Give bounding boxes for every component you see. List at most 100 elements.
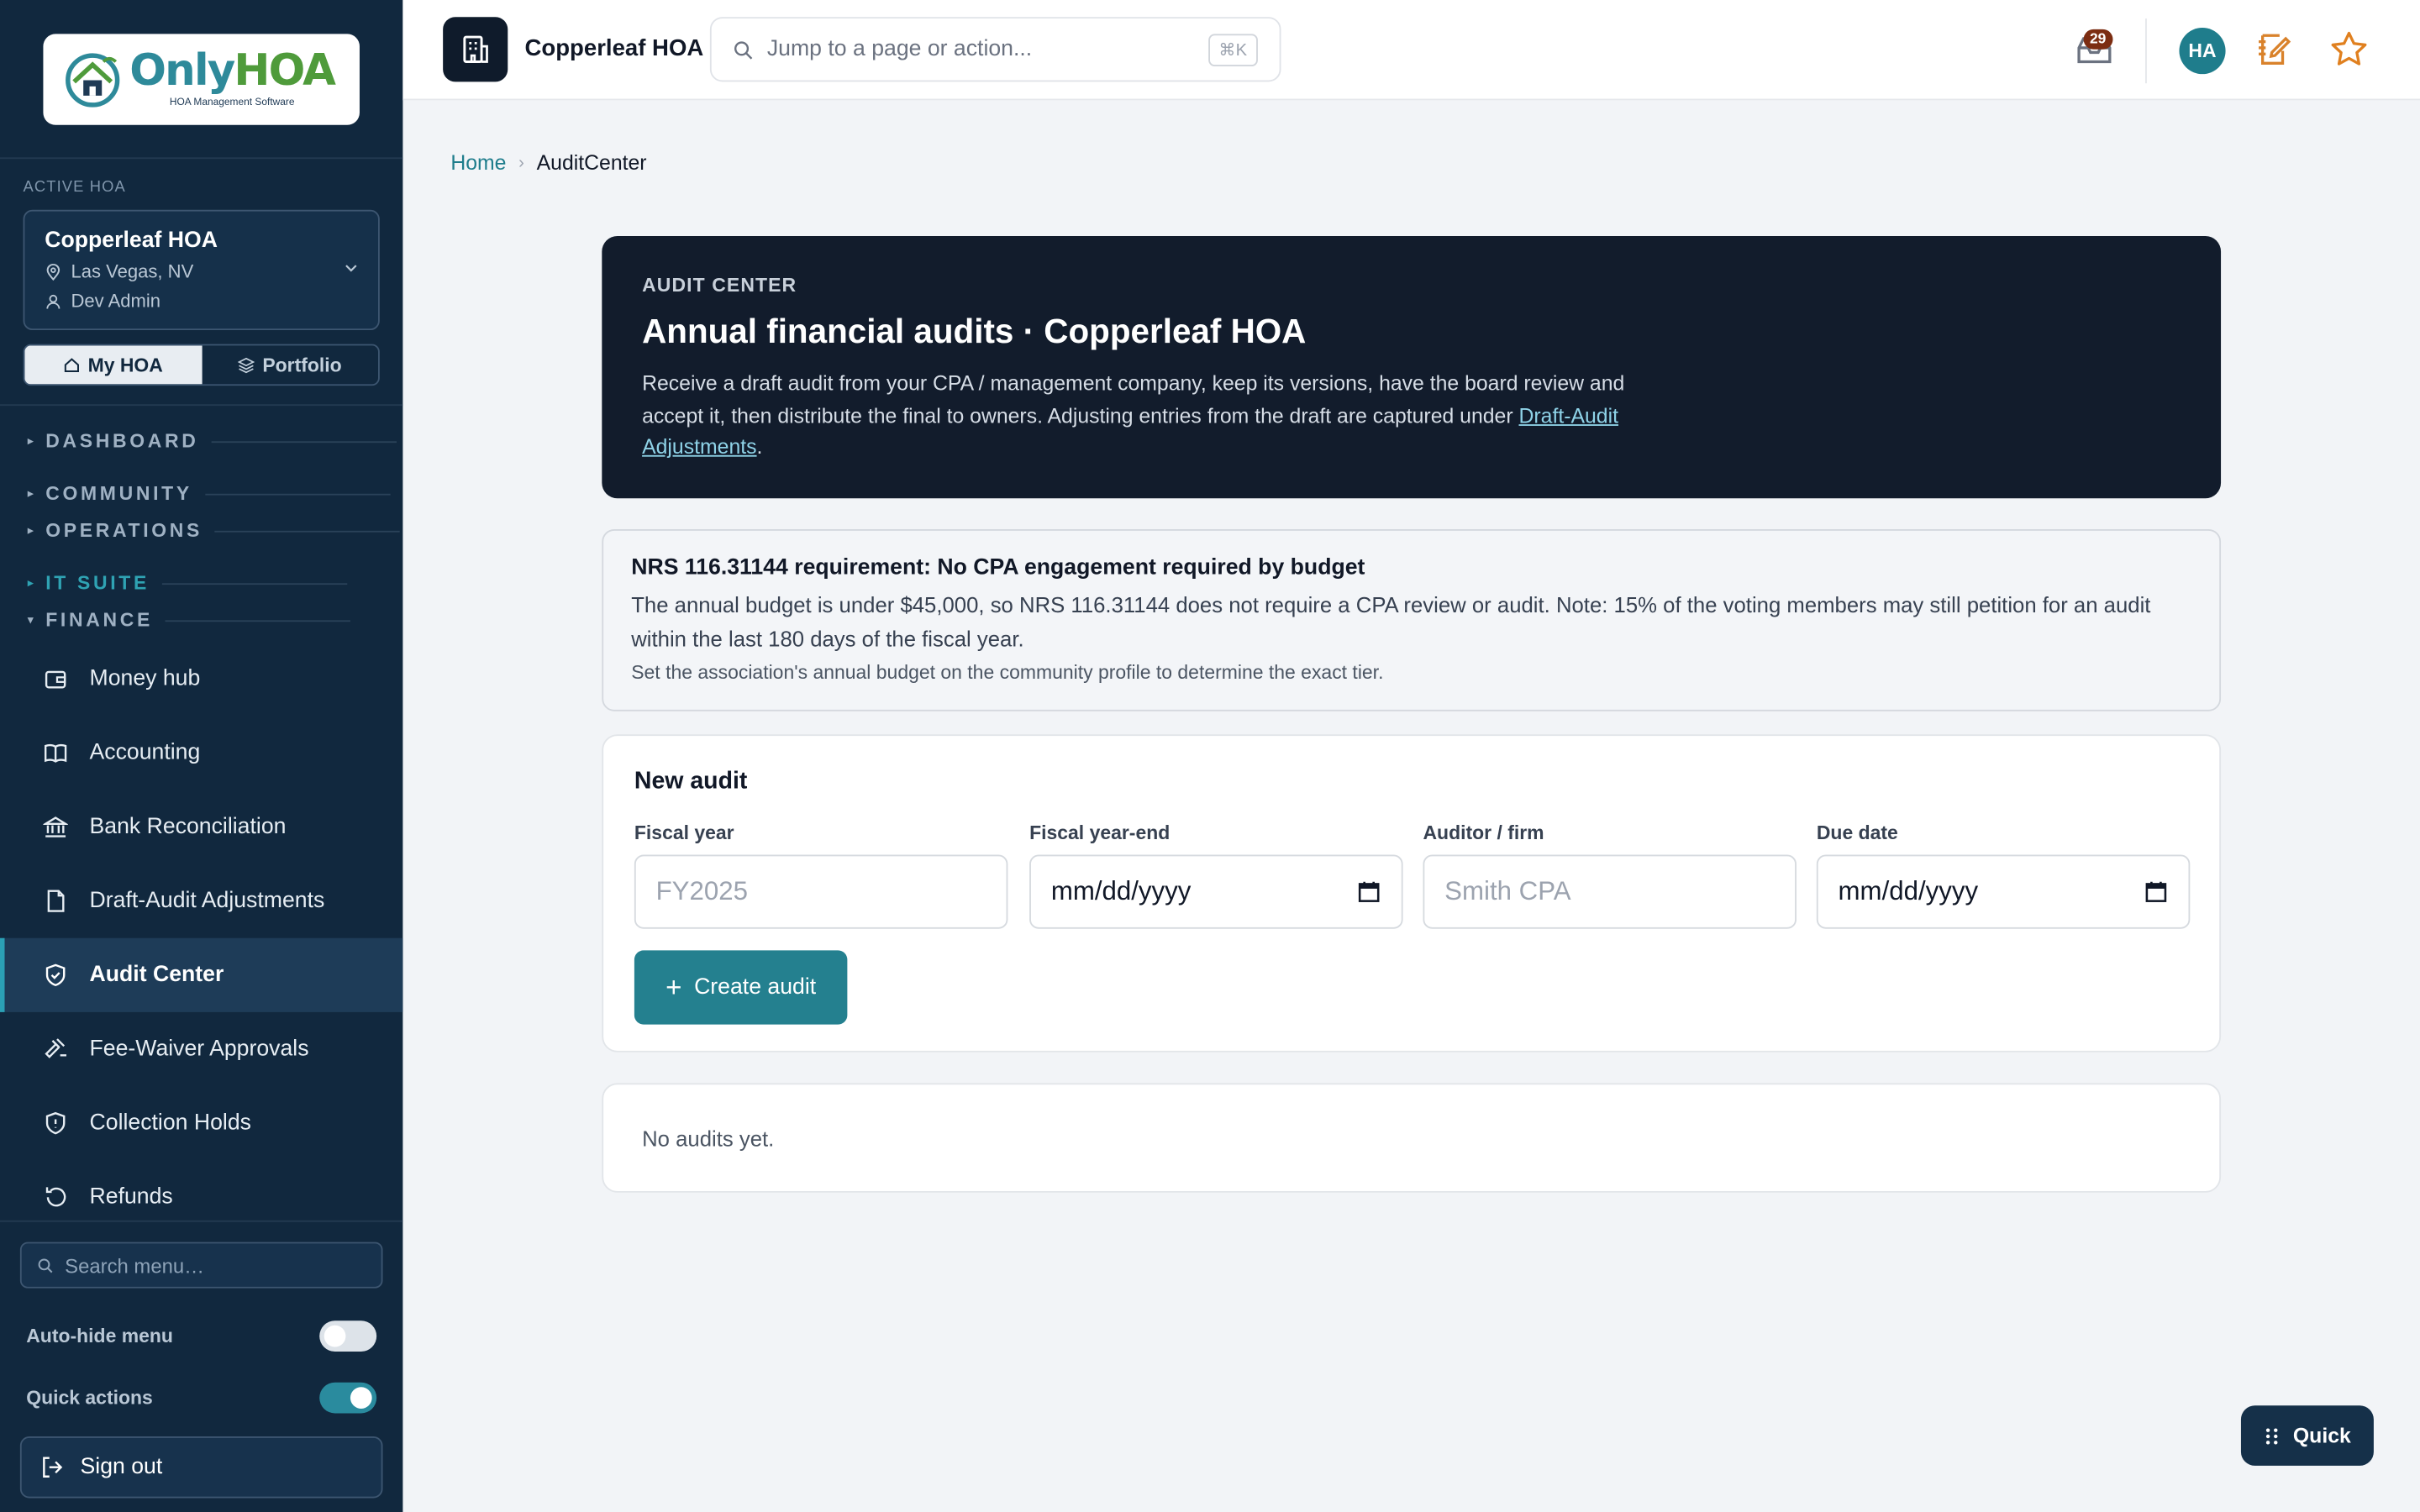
command-search[interactable]: Jump to a page or action... ⌘K xyxy=(709,17,1281,82)
sidebar-item-label: Draft-Audit Adjustments xyxy=(89,888,325,914)
quick-actions-button[interactable]: Quick xyxy=(2240,1405,2374,1466)
auditor-input[interactable]: Smith CPA xyxy=(1423,854,1797,929)
new-audit-card: New audit Fiscal year FY2025 Fiscal year… xyxy=(602,734,2222,1053)
hoa-user-row: Dev Admin xyxy=(45,290,358,312)
hero-desc-end: . xyxy=(756,434,763,459)
fiscal-year-field: Fiscal year FY2025 xyxy=(634,822,1008,929)
create-audit-label: Create audit xyxy=(694,974,817,1000)
audits-list: No audits yet. xyxy=(602,1083,2222,1193)
section-dashboard-label: DASHBOARD xyxy=(45,430,199,453)
quick-actions-row: Quick actions xyxy=(26,1382,377,1414)
page-title: Annual financial audits · Copperleaf HOA xyxy=(642,312,1307,350)
nrs-requirement-notice: NRS 116.31144 requirement: No CPA engage… xyxy=(602,528,2222,711)
my-hoa-label: My HOA xyxy=(87,354,163,376)
section-finance-label: FINANCE xyxy=(45,609,153,632)
logo-area: OnlyHOA HOA Management Software xyxy=(0,0,403,160)
section-operations[interactable]: ▸ OPERATIONS xyxy=(28,520,401,542)
section-dashboard[interactable]: ▸ DASHBOARD xyxy=(28,430,397,452)
book-icon xyxy=(44,744,67,763)
sign-out-button[interactable]: Sign out xyxy=(19,1436,383,1499)
sign-out-label: Sign out xyxy=(80,1455,163,1480)
home-icon xyxy=(64,358,79,372)
active-hoa-label: ACTIVE HOA xyxy=(23,179,126,197)
portfolio-label: Portfolio xyxy=(262,354,342,376)
sidebar-item-money-hub[interactable]: Money hub xyxy=(0,642,402,716)
sidebar-item-collection-holds[interactable]: Collection Holds xyxy=(0,1086,402,1160)
quick-actions-label: Quick actions xyxy=(26,1387,153,1409)
avatar[interactable]: HA xyxy=(2179,28,2226,75)
hoa-logo-button[interactable] xyxy=(443,17,508,82)
logo-word-hoa: HOA xyxy=(234,45,336,96)
portfolio-toggle[interactable]: Portfolio xyxy=(202,345,378,384)
auditor-label: Auditor / firm xyxy=(1423,822,1544,844)
breadcrumb: Home › AuditCenter xyxy=(450,151,646,175)
due-date-value: mm/dd/yyyy xyxy=(1838,876,1979,906)
wallet-icon xyxy=(45,670,66,689)
sidebar-item-audit-center[interactable]: Audit Center xyxy=(0,937,403,1012)
quick-actions-toggle[interactable] xyxy=(319,1382,377,1414)
menu-search-placeholder: Search menu… xyxy=(65,1253,205,1277)
new-audit-title: New audit xyxy=(634,768,748,795)
notice-hint: Set the association's annual budget on t… xyxy=(631,661,1384,684)
shield-icon xyxy=(45,1111,66,1135)
hoa-switcher[interactable]: Copperleaf HOA Las Vegas, NV Dev Admin xyxy=(23,209,380,331)
topbar-divider xyxy=(2145,18,2147,84)
sidebar-divider xyxy=(0,404,403,407)
search-icon xyxy=(734,40,753,59)
house-logo-icon xyxy=(66,53,120,108)
sidebar-item-refunds[interactable]: Refunds xyxy=(0,1160,402,1234)
location-pin-icon xyxy=(46,263,60,281)
due-date-label: Due date xyxy=(1816,822,1898,844)
sidebar-item-label: Accounting xyxy=(89,740,201,766)
sidebar-item-label: Money hub xyxy=(89,666,201,691)
gavel-icon xyxy=(45,1038,66,1058)
logo-wordmark: OnlyHOA HOA Management Software xyxy=(129,49,336,108)
fiscal-year-end-input[interactable]: mm/dd/yyyy xyxy=(1029,854,1403,929)
calendar-icon[interactable] xyxy=(1356,879,1381,904)
layers-icon xyxy=(237,357,255,374)
menu-search-input[interactable]: Search menu… xyxy=(19,1242,383,1289)
auto-hide-toggle[interactable] xyxy=(319,1320,377,1352)
notes-icon[interactable] xyxy=(2254,29,2294,70)
breadcrumb-home[interactable]: Home xyxy=(450,151,506,175)
quick-label: Quick xyxy=(2292,1424,2351,1447)
fiscal-year-input[interactable]: FY2025 xyxy=(634,854,1008,929)
section-community[interactable]: ▸ COMMUNITY xyxy=(28,483,390,505)
fiscal-year-end-label: Fiscal year-end xyxy=(1029,822,1171,844)
sidebar-item-fee-waiver-approvals[interactable]: Fee-Waiver Approvals xyxy=(0,1012,402,1086)
notice-body: The annual budget is under $45,000, so N… xyxy=(631,592,2151,652)
scope-toggle: My HOA Portfolio xyxy=(23,344,380,386)
hoa-title: Copperleaf HOA xyxy=(524,35,704,62)
audits-empty-message: No audits yet. xyxy=(642,1126,775,1152)
hoa-user: Dev Admin xyxy=(71,290,161,312)
due-date-input[interactable]: mm/dd/yyyy xyxy=(1816,854,2191,929)
sidebar-item-label: Collection Holds xyxy=(89,1110,251,1136)
calendar-icon[interactable] xyxy=(2144,879,2168,904)
breadcrumb-separator: › xyxy=(518,153,524,172)
sidebar-item-draft-audit-adjustments[interactable]: Draft-Audit Adjustments xyxy=(0,864,402,938)
sidebar-item-label: Audit Center xyxy=(89,963,224,988)
due-date-field: Due date mm/dd/yyyy xyxy=(1816,822,2191,929)
logo-word-only: Only xyxy=(129,45,235,96)
finance-nav: Money hub Accounting Bank Reconciliation… xyxy=(0,642,403,1234)
notice-title: NRS 116.31144 requirement: No CPA engage… xyxy=(631,555,1365,580)
fiscal-year-end-value: mm/dd/yyyy xyxy=(1050,876,1192,906)
app-logo[interactable]: OnlyHOA HOA Management Software xyxy=(43,33,360,124)
my-hoa-toggle[interactable]: My HOA xyxy=(24,345,202,385)
command-search-placeholder: Jump to a page or action... xyxy=(766,37,1033,62)
plus-icon: + xyxy=(666,972,682,1003)
building-icon xyxy=(463,35,488,63)
create-audit-button[interactable]: + Create audit xyxy=(634,950,848,1025)
hoa-location: Las Vegas, NV xyxy=(71,260,194,283)
star-icon[interactable] xyxy=(2329,29,2370,70)
section-finance[interactable]: ▾ FINANCE xyxy=(28,609,351,632)
sidebar-item-accounting[interactable]: Accounting xyxy=(0,716,402,790)
hero-desc-text: Receive a draft audit from your CPA / ma… xyxy=(642,371,1625,427)
auto-hide-row: Auto-hide menu xyxy=(26,1320,377,1352)
sidebar-item-bank-reconciliation[interactable]: Bank Reconciliation xyxy=(0,790,402,864)
auditor-placeholder: Smith CPA xyxy=(1444,876,1571,906)
fiscal-year-placeholder: FY2025 xyxy=(655,876,748,906)
section-it-suite-label: IT SUITE xyxy=(45,572,150,595)
section-community-label: COMMUNITY xyxy=(45,482,192,505)
section-it-suite[interactable]: ▸ IT SUITE xyxy=(28,572,348,595)
